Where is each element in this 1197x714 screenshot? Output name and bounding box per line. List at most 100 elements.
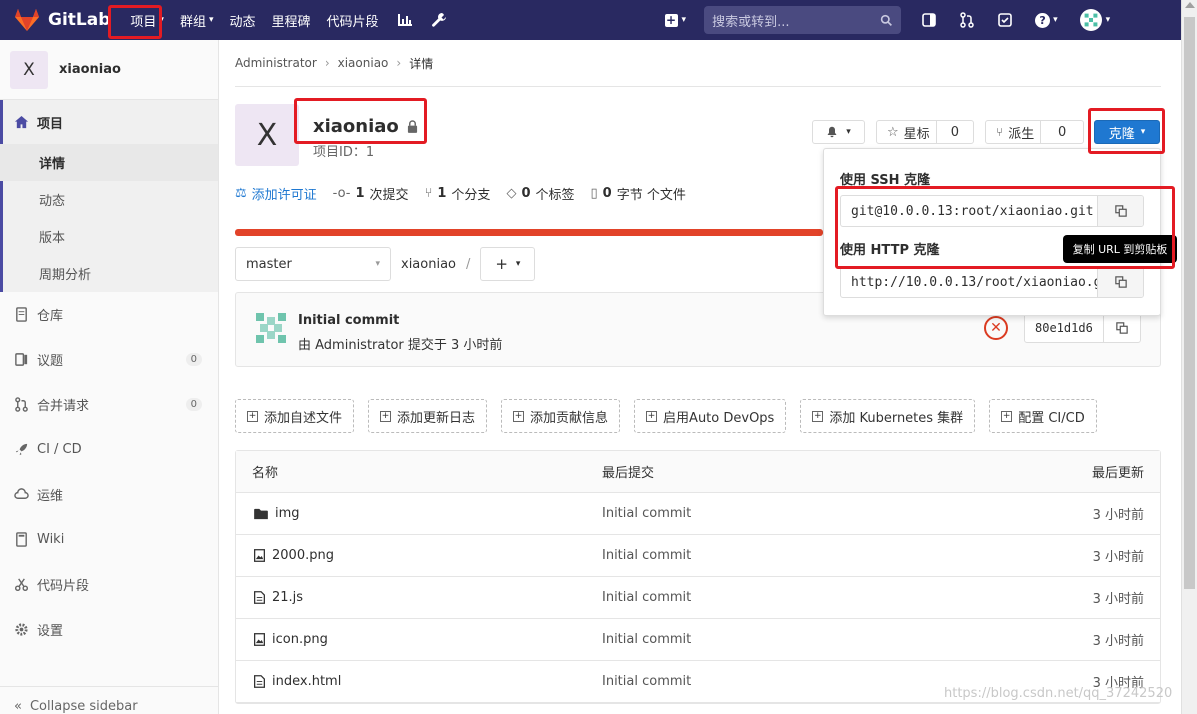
file-name[interactable]: 21.js	[272, 590, 303, 605]
nav-projects[interactable]: 项目 ▾	[130, 11, 164, 30]
scrollbar-thumb[interactable]	[1184, 17, 1195, 589]
sidebar-item-settings[interactable]: 设置	[0, 607, 218, 652]
sidebar-toggle-icon[interactable]	[921, 12, 937, 28]
sidebar-subitem-details[interactable]: 详情	[0, 144, 218, 181]
file-name[interactable]: index.html	[272, 674, 341, 689]
table-row[interactable]: 21.js Initial commit 3 小时前	[236, 577, 1160, 619]
size-stat[interactable]: ▯ 0 字节 个文件	[591, 184, 686, 203]
http-url-input[interactable]: http://10.0.0.13/root/xiaoniao.git	[841, 267, 1097, 297]
breadcrumb-project[interactable]: xiaoniao	[338, 56, 389, 70]
file-last-commit[interactable]: Initial commit	[602, 506, 1002, 521]
table-header: 名称 最后提交 最后更新	[236, 451, 1160, 493]
file-name[interactable]: icon.png	[272, 632, 328, 647]
nav-snippets[interactable]: 代码片段	[327, 11, 379, 30]
scissors-icon	[14, 578, 29, 592]
merge-request-icon	[15, 397, 28, 412]
nav-milestones[interactable]: 里程碑	[272, 11, 311, 30]
notification-dropdown[interactable]: ▾	[812, 120, 865, 144]
new-dropdown[interactable]: + ▾	[664, 13, 686, 27]
scale-icon: ⚖	[235, 186, 247, 201]
sidebar-item-project[interactable]: 项目	[3, 100, 218, 144]
pipeline-failed-icon[interactable]: ✕	[984, 316, 1008, 340]
sidebar-item-merge-requests[interactable]: 合并请求 0	[0, 382, 218, 427]
star-button[interactable]: ☆ 星标 0	[876, 120, 974, 144]
chevron-down-icon: ▾	[1105, 15, 1111, 25]
tags-stat[interactable]: ◇ 0 个标签	[506, 184, 574, 203]
search-input[interactable]: 搜索或转到...	[704, 6, 902, 34]
column-last-update: 最后更新	[1091, 466, 1144, 481]
copy-ssh-button[interactable]	[1097, 196, 1143, 226]
sidebar-item-repository[interactable]: 仓库	[0, 292, 218, 337]
sidebar-project-header[interactable]: X xiaoniao	[0, 40, 218, 100]
breadcrumb-current[interactable]: 详情	[409, 55, 433, 72]
help-dropdown[interactable]: ? ▾	[1035, 12, 1058, 28]
chevron-down-icon: ▾	[515, 259, 521, 269]
clone-button[interactable]: 克隆 ▾	[1094, 120, 1160, 144]
enable-auto-devops-button[interactable]: + 启用Auto DevOps	[634, 399, 787, 433]
file-name[interactable]: img	[275, 506, 300, 521]
commit-sha-value[interactable]: 80e1d1d6	[1025, 314, 1104, 342]
table-row[interactable]: img Initial commit 3 小时前	[236, 493, 1160, 535]
chevron-down-icon: ▾	[846, 127, 851, 137]
breadcrumb-owner[interactable]: Administrator	[235, 56, 317, 70]
add-changelog-button[interactable]: + 添加更新日志	[368, 399, 488, 433]
add-readme-button[interactable]: + 添加自述文件	[235, 399, 355, 433]
table-row[interactable]: 2000.png Initial commit 3 小时前	[236, 535, 1160, 577]
branch-select[interactable]: master ▾	[235, 247, 391, 281]
todo-icon[interactable]	[997, 12, 1013, 28]
sidebar-subitem-releases[interactable]: 版本	[3, 218, 218, 255]
commit-sha: 80e1d1d6	[1024, 313, 1141, 343]
commits-stat[interactable]: -o- 1 次提交	[333, 184, 409, 203]
setup-ci-cd-button[interactable]: + 配置 CI/CD	[989, 399, 1097, 433]
project-avatar-large: X	[235, 104, 299, 166]
file-name[interactable]: 2000.png	[272, 548, 334, 563]
sidebar-subitem-activity[interactable]: 动态	[3, 181, 218, 218]
nav-activity[interactable]: 动态	[229, 11, 255, 30]
wrench-icon[interactable]	[431, 12, 447, 28]
star-icon: ☆	[887, 124, 899, 140]
add-license-link[interactable]: ⚖ 添加许可证	[235, 184, 317, 203]
ssh-url-input[interactable]: git@10.0.0.13:root/xiaoniao.git	[841, 196, 1097, 226]
chevron-down-icon: ▾	[208, 15, 214, 25]
commit-title[interactable]: Initial commit	[298, 313, 399, 328]
gitlab-logo[interactable]: GitLab	[14, 8, 110, 32]
plus-square-icon: +	[380, 410, 392, 422]
sidebar-item-operations[interactable]: 运维	[0, 472, 218, 517]
plus-icon: +	[495, 255, 508, 273]
branches-stat[interactable]: ⑂ 1 个分支	[425, 184, 491, 203]
sidebar-item-snippets[interactable]: 代码片段	[0, 562, 218, 607]
file-last-commit[interactable]: Initial commit	[602, 632, 1002, 647]
add-kubernetes-cluster-button[interactable]: + 添加 Kubernetes 集群	[800, 399, 976, 433]
sidebar-item-ci-cd[interactable]: CI / CD	[0, 427, 218, 472]
merge-requests-count-badge: 0	[185, 398, 202, 411]
repo-nav-row: master ▾ xiaoniao / + ▾	[235, 247, 536, 281]
add-file-dropdown[interactable]: + ▾	[480, 247, 536, 281]
sidebar-subitem-cycle-analytics[interactable]: 周期分析	[3, 255, 218, 292]
page-scrollbar[interactable]	[1181, 0, 1197, 714]
fork-button[interactable]: ⑂ 派生 0	[985, 120, 1084, 144]
nav-groups[interactable]: 群组 ▾	[180, 11, 214, 30]
bell-icon	[827, 126, 837, 138]
project-stats: ⚖ 添加许可证 -o- 1 次提交 ⑂ 1 个分支 ◇ 0 个标签 ▯ 0 字节 个文件	[235, 184, 686, 203]
file-last-commit[interactable]: Initial commit	[602, 548, 1002, 563]
copy-icon[interactable]	[1104, 322, 1140, 334]
user-menu[interactable]: ▾	[1079, 9, 1111, 31]
path-separator: /	[466, 256, 471, 272]
file-last-commit[interactable]: Initial commit	[602, 590, 1002, 605]
copy-http-button[interactable]	[1097, 267, 1143, 297]
commit-author-avatar	[256, 313, 286, 343]
gear-icon	[15, 623, 28, 636]
file-tree-table: 名称 最后提交 最后更新 img Initial commit 3 小时前 20…	[235, 450, 1161, 704]
file-last-commit[interactable]: Initial commit	[602, 674, 1002, 689]
brand-name: GitLab	[48, 10, 111, 30]
sidebar-item-issues[interactable]: 议题 0	[0, 337, 218, 382]
table-row[interactable]: icon.png Initial commit 3 小时前	[236, 619, 1160, 661]
repo-path-root[interactable]: xiaoniao	[401, 257, 456, 272]
plus-square-icon: +	[812, 410, 824, 422]
add-contributing-button[interactable]: + 添加贡献信息	[501, 399, 621, 433]
collapse-sidebar-button[interactable]: « Collapse sidebar	[0, 686, 218, 714]
image-file-icon	[254, 549, 265, 562]
merge-request-icon[interactable]	[959, 12, 975, 28]
sidebar-item-wiki[interactable]: Wiki	[0, 517, 218, 562]
chart-icon[interactable]	[397, 12, 413, 28]
